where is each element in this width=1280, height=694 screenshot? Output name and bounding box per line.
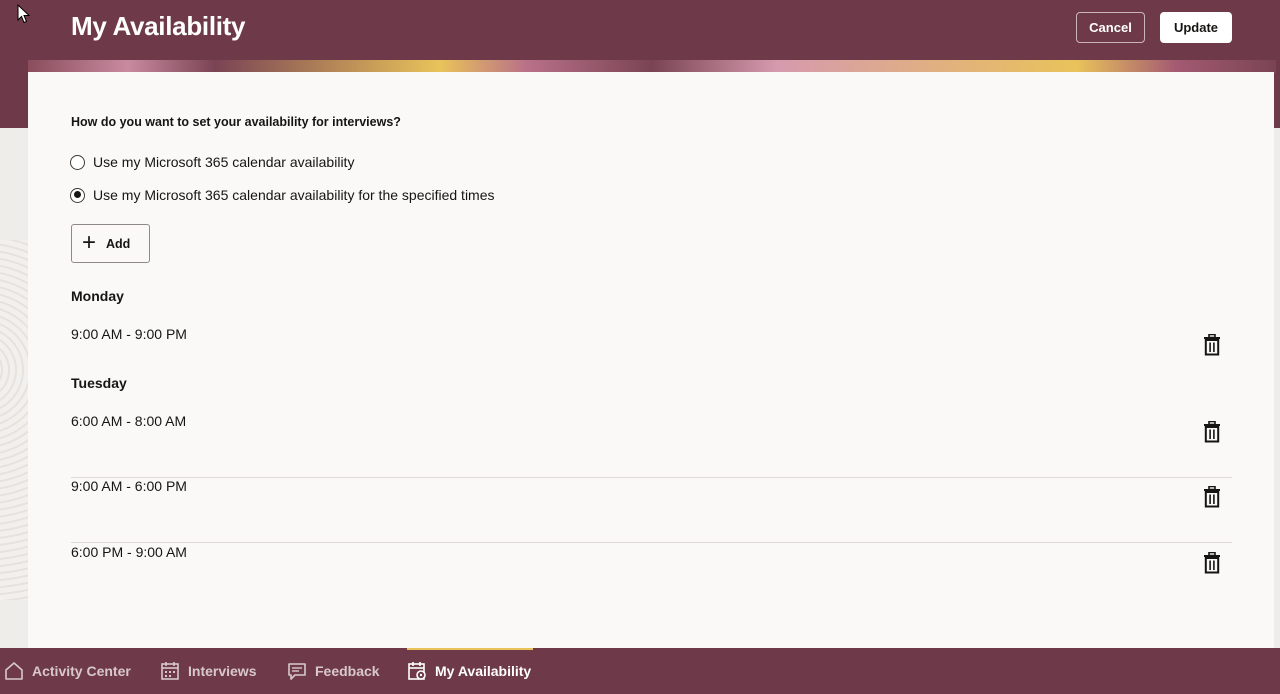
add-button-label: Add: [106, 236, 131, 251]
trash-icon[interactable]: [1202, 334, 1222, 356]
calendar-settings-icon: [408, 662, 426, 680]
time-range: 6:00 PM - 9:00 AM: [71, 544, 187, 560]
background-pattern: [0, 240, 28, 600]
time-slot: 9:00 AM - 6:00 PM: [71, 478, 1232, 543]
calendar-icon: [161, 662, 179, 680]
day-label-tuesday: Tuesday: [71, 375, 127, 391]
feedback-icon: [288, 663, 306, 680]
trash-icon[interactable]: [1202, 552, 1222, 574]
time-range: 9:00 AM - 6:00 PM: [71, 478, 187, 494]
availability-card: How do you want to set your availability…: [28, 72, 1274, 648]
nav-item-label: My Availability: [435, 663, 532, 679]
update-button[interactable]: Update: [1160, 12, 1232, 43]
time-slot: 6:00 AM - 8:00 AM: [71, 413, 1232, 478]
plus-icon: +: [82, 228, 97, 256]
time-slot: 9:00 AM - 9:00 PM: [71, 326, 1232, 391]
page-title: My Availability: [71, 11, 246, 41]
option-specified-times[interactable]: Use my Microsoft 365 calendar availabili…: [70, 187, 495, 203]
day-label-monday: Monday: [71, 288, 124, 304]
radio-button-selected[interactable]: [70, 187, 85, 203]
nav-item-label: Interviews: [188, 663, 257, 679]
option-label: Use my Microsoft 365 calendar availabili…: [93, 187, 495, 203]
cancel-button[interactable]: Cancel: [1076, 12, 1145, 43]
time-range: 6:00 AM - 8:00 AM: [71, 413, 187, 429]
mouse-cursor-icon: [17, 4, 31, 24]
bottom-navigation: Activity Center Interviews Feedback My A…: [0, 648, 1280, 694]
trash-icon[interactable]: [1202, 486, 1222, 508]
nav-item-interviews[interactable]: Interviews: [160, 648, 256, 694]
option-calendar-availability[interactable]: Use my Microsoft 365 calendar availabili…: [70, 154, 354, 170]
time-range: 9:00 AM - 9:00 PM: [71, 326, 187, 342]
time-slot: 6:00 PM - 9:00 AM: [71, 544, 1232, 609]
trash-icon[interactable]: [1202, 421, 1222, 443]
nav-item-my-availability[interactable]: My Availability: [407, 648, 533, 694]
add-button[interactable]: + Add: [71, 224, 150, 263]
nav-item-label: Activity Center: [32, 663, 131, 679]
nav-item-label: Feedback: [315, 663, 380, 679]
nav-item-feedback[interactable]: Feedback: [287, 648, 380, 694]
availability-question: How do you want to set your availability…: [71, 115, 401, 129]
nav-item-activity-center[interactable]: Activity Center: [4, 648, 131, 694]
radio-button[interactable]: [70, 154, 85, 170]
home-icon: [5, 662, 23, 680]
option-label: Use my Microsoft 365 calendar availabili…: [93, 154, 355, 170]
